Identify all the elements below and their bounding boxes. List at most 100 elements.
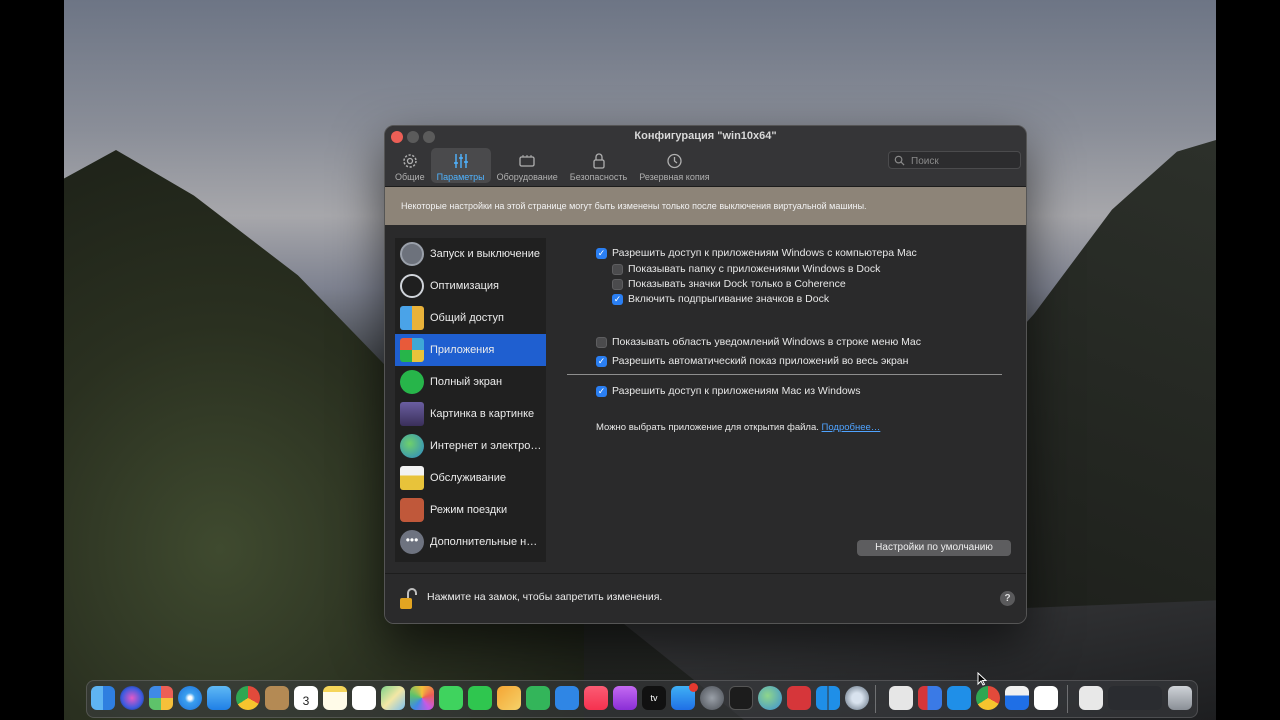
parallels-control-icon[interactable]	[918, 686, 942, 710]
checkbox-label: Включить подпрыгивание значков в Dock	[628, 293, 830, 305]
dock-divider	[1067, 685, 1068, 713]
notes-icon[interactable]	[323, 686, 347, 710]
show-folder-in-dock-checkbox[interactable]: Показывать папку с приложениями Windows …	[612, 263, 880, 275]
checkbox-checked-icon: ✓	[596, 247, 607, 259]
checkbox-checked-icon: ✓	[596, 385, 607, 397]
tab-general-label: Общие	[395, 172, 425, 182]
tab-hardware[interactable]: Оборудование	[491, 148, 564, 183]
sidebar-item-label: Дополнительные на…	[430, 536, 542, 548]
appletv-icon[interactable]: tv	[642, 686, 666, 710]
music-icon[interactable]	[584, 686, 608, 710]
finder-icon[interactable]	[91, 686, 115, 710]
settings-content: ✓ Разрешить доступ к приложениям Windows…	[567, 238, 1007, 578]
siri-icon[interactable]	[120, 686, 144, 710]
system-preferences-icon[interactable]	[700, 686, 724, 710]
gear-icon	[403, 154, 417, 168]
podcasts-icon[interactable]	[613, 686, 637, 710]
sidebar-item-applications[interactable]: Приложения	[395, 334, 546, 366]
checkbox-label: Показывать папку с приложениями Windows …	[628, 263, 881, 275]
tab-backup[interactable]: Резервная копия	[633, 148, 715, 183]
sidebar-item-maintenance[interactable]: Обслуживание	[395, 462, 546, 494]
parallels-icon[interactable]	[787, 686, 811, 710]
window-title: Конфигурация "win10x64"	[634, 130, 777, 142]
appletv-label: tv	[650, 693, 658, 703]
checkbox-label: Показывать значки Dock только в Coherenc…	[628, 278, 846, 290]
bounce-icons-checkbox[interactable]: ✓ Включить подпрыгивание значков в Dock	[612, 293, 829, 305]
suitcase-icon	[400, 498, 424, 522]
chrome-windows-icon[interactable]	[976, 686, 1000, 710]
pages-icon[interactable]	[497, 686, 521, 710]
messages-icon[interactable]	[439, 686, 463, 710]
contacts-icon[interactable]	[265, 686, 289, 710]
sidebar-item-sharing[interactable]: Общий доступ	[395, 302, 546, 334]
facetime-icon[interactable]	[468, 686, 492, 710]
padlock-icon[interactable]	[399, 588, 417, 610]
checkbox-unchecked-icon	[612, 278, 623, 290]
sidebar-item-internet[interactable]: Интернет и электро…	[395, 430, 546, 462]
sidebar-item-pip[interactable]: Картинка в картинке	[395, 398, 546, 430]
info-note: Можно выбрать приложение для открытия фа…	[596, 422, 880, 433]
numbers-icon[interactable]	[526, 686, 550, 710]
search-field[interactable]	[888, 151, 1021, 169]
picture-in-picture-icon	[400, 402, 424, 426]
more-info-link[interactable]: Подробнее…	[822, 422, 881, 433]
safari-icon[interactable]	[178, 686, 202, 710]
quicktime-icon[interactable]	[845, 686, 869, 710]
chrome-icon[interactable]	[236, 686, 260, 710]
checkbox-label: Разрешить доступ к приложениям Windows с…	[612, 247, 917, 259]
allow-windows-apps-checkbox[interactable]: ✓ Разрешить доступ к приложениям Windows…	[596, 247, 917, 259]
divider	[567, 374, 1002, 375]
keynote-icon[interactable]	[555, 686, 579, 710]
tab-backup-label: Резервная копия	[639, 172, 710, 182]
windows-icon[interactable]	[816, 686, 840, 710]
auto-fullscreen-checkbox[interactable]: ✓ Разрешить автоматический показ приложе…	[596, 355, 908, 367]
network-globe-icon[interactable]	[758, 686, 782, 710]
sidebar-item-advanced[interactable]: ••• Дополнительные на…	[395, 526, 546, 558]
calendar-day: 3	[302, 694, 310, 708]
windows-app-icon[interactable]	[947, 686, 971, 710]
sidebar-item-label: Обслуживание	[430, 472, 506, 484]
titlebar: Конфигурация "win10x64" Общие Параметры …	[385, 126, 1026, 187]
checkbox-label: Разрешить доступ к приложениям Mac из Wi…	[612, 385, 861, 397]
sidebar-item-label: Оптимизация	[430, 280, 499, 292]
show-notification-area-checkbox[interactable]: Показывать область уведомлений Windows в…	[596, 336, 921, 348]
tab-security-label: Безопасность	[569, 172, 628, 182]
dock-icons-coherence-checkbox[interactable]: Показывать значки Dock только в Coherenc…	[612, 278, 846, 290]
tab-parameters[interactable]: Параметры	[430, 148, 491, 183]
tab-security[interactable]: Безопасность	[564, 148, 633, 183]
mail-icon[interactable]	[207, 686, 231, 710]
activity-monitor-icon[interactable]	[729, 686, 753, 710]
tab-general[interactable]: Общие	[389, 148, 431, 183]
search-input[interactable]	[909, 153, 1018, 169]
sidebar-item-label: Интернет и электро…	[430, 440, 542, 452]
appstore-icon[interactable]	[671, 683, 698, 710]
sidebar-item-label: Общий доступ	[430, 312, 504, 324]
gauge-icon	[400, 274, 424, 298]
maps-icon[interactable]	[381, 686, 405, 710]
restore-defaults-button[interactable]: Настройки по умолчанию	[857, 540, 1011, 556]
downloads-stack-icon[interactable]	[1108, 686, 1162, 710]
sidebar-item-fullscreen[interactable]: Полный экран	[395, 366, 546, 398]
help-button[interactable]: ?	[1000, 591, 1015, 606]
checkbox-label: Разрешить автоматический показ приложени…	[612, 355, 909, 367]
trash-icon[interactable]	[1168, 686, 1192, 710]
dock: 3 tv	[86, 680, 1198, 718]
photos-icon[interactable]	[410, 686, 434, 710]
checkbox-label: Показывать область уведомлений Windows в…	[612, 336, 921, 348]
allow-mac-apps-checkbox[interactable]: ✓ Разрешить доступ к приложениям Mac из …	[596, 385, 861, 397]
db-app-icon[interactable]	[1005, 686, 1029, 710]
launchpad-icon[interactable]	[149, 686, 173, 710]
sidebar-item-label: Режим поездки	[430, 504, 508, 516]
slack-icon[interactable]	[1034, 686, 1058, 710]
sidebar-item-startup[interactable]: Запуск и выключение	[395, 238, 546, 270]
printer-icon[interactable]	[889, 686, 913, 710]
document-icon[interactable]	[1079, 686, 1103, 710]
globe-mail-icon	[400, 434, 424, 458]
warning-banner: Некоторые настройки на этой странице мог…	[385, 187, 1026, 225]
reminders-icon[interactable]	[352, 686, 376, 710]
maintenance-icon	[400, 466, 424, 490]
sidebar-item-optimization[interactable]: Оптимизация	[395, 270, 546, 302]
sidebar-item-travel[interactable]: Режим поездки	[395, 494, 546, 526]
checkbox-checked-icon: ✓	[596, 355, 607, 367]
calendar-icon[interactable]: 3	[294, 686, 318, 710]
